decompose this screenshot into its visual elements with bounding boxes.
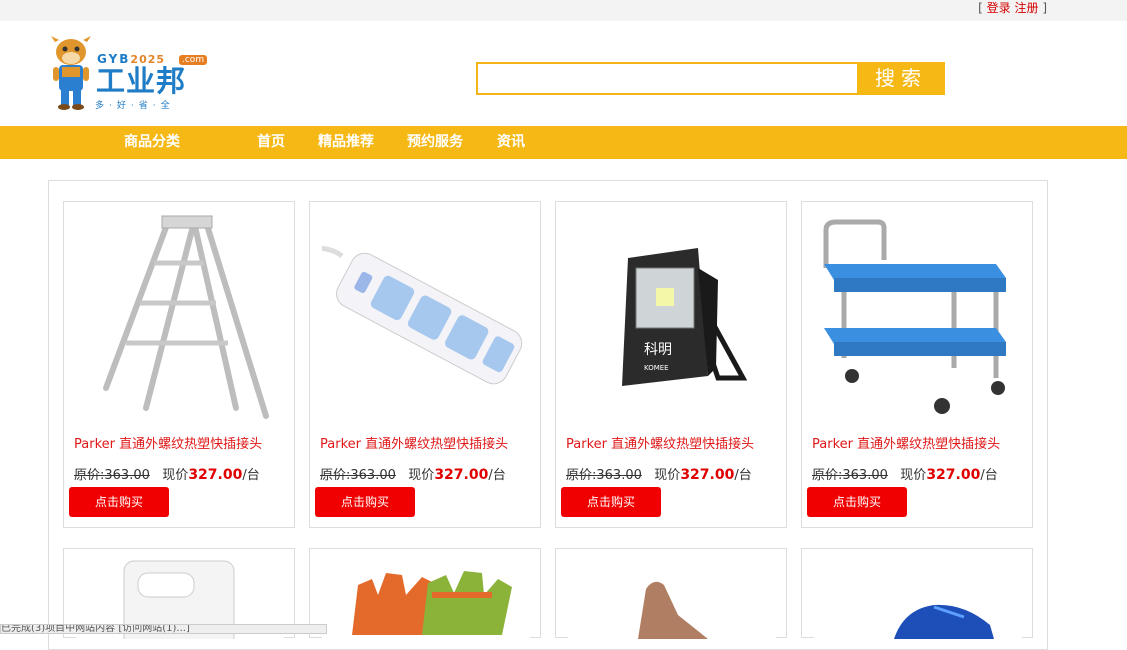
product-price: 原价:363.00 现价327.00/台 (320, 464, 506, 483)
old-price: 原价:363.00 (74, 468, 150, 483)
site-logo[interactable]: GYB2025 .com 工业邦 多·好·省·全 (48, 34, 218, 114)
hand-cart-icon (814, 208, 1022, 423)
buy-button[interactable]: 点击购买 (561, 487, 661, 517)
now-label: 现价 (408, 468, 435, 483)
step-ladder-icon (76, 208, 284, 423)
browser-status-bar: 已完成(3)项目中网站内容 [访问网站(1)...] (0, 624, 327, 634)
power-strip-icon (322, 208, 530, 423)
product-title[interactable]: Parker 直通外螺纹热塑快插接头 (74, 433, 262, 452)
product-title[interactable]: Parker 直通外螺纹热塑快插接头 (566, 433, 754, 452)
now-price: 327.00 (434, 467, 489, 483)
product-price: 原价:363.00 现价327.00/台 (566, 464, 752, 483)
nav-booking[interactable]: 预约服务 (407, 126, 463, 159)
login-link[interactable]: 登录 (987, 1, 1011, 15)
work-gloves-icon (322, 555, 530, 639)
product-title[interactable]: Parker 直通外螺纹热塑快插接头 (812, 433, 1000, 452)
nav-category[interactable]: 商品分类 (124, 126, 180, 159)
product-card[interactable]: Parker 直通外螺纹热塑快插接头 原价:363.00 现价327.00/台 … (63, 201, 295, 528)
now-price: 327.00 (926, 467, 981, 483)
product-price: 原价:363.00 现价327.00/台 (812, 464, 998, 483)
product-card[interactable] (555, 548, 787, 639)
now-label: 现价 (900, 468, 927, 483)
search-input[interactable] (478, 64, 858, 93)
search-button[interactable]: 搜索 (857, 62, 945, 95)
cow-mascot-icon (51, 36, 91, 110)
now-price: 327.00 (680, 467, 735, 483)
safety-boot-icon (568, 555, 776, 639)
buy-button[interactable]: 点击购买 (315, 487, 415, 517)
price-unit: /台 (734, 468, 752, 483)
now-label: 现价 (162, 468, 189, 483)
product-card[interactable]: Parker 直通外螺纹热塑快插接头 原价:363.00 现价327.00/台 … (801, 201, 1033, 528)
search-box (476, 62, 860, 95)
sneaker-icon (814, 555, 1022, 639)
logo-name: 工业邦 (96, 64, 187, 98)
now-label: 现价 (654, 468, 681, 483)
price-unit: /台 (242, 468, 260, 483)
buy-button[interactable]: 点击购买 (69, 487, 169, 517)
nav-news[interactable]: 资讯 (497, 126, 525, 159)
logo-tagline: 多·好·省·全 (95, 101, 175, 111)
nav-recommended[interactable]: 精品推荐 (318, 126, 374, 159)
register-link[interactable]: 注册 (1014, 1, 1038, 15)
now-price: 327.00 (188, 467, 243, 483)
nav-home[interactable]: 首页 (257, 126, 285, 159)
product-card[interactable]: 科明 KOMEE Parker 直通外螺纹热塑快插接头 原价:363.00 现价… (555, 201, 787, 528)
main-nav: 商品分类 首页 精品推荐 预约服务 资讯 (0, 126, 1127, 159)
auth-links: [ 登录 注册 ] (978, 0, 1047, 16)
bracket-close: ] (1038, 1, 1047, 15)
product-card[interactable]: Parker 直通外螺纹热塑快插接头 原价:363.00 现价327.00/台 … (309, 201, 541, 528)
flood-light-brand: 科明 (644, 342, 672, 358)
product-card[interactable] (309, 548, 541, 639)
bracket-open: [ (978, 1, 987, 15)
buy-button[interactable]: 点击购买 (807, 487, 907, 517)
product-title[interactable]: Parker 直通外螺纹热塑快插接头 (320, 433, 508, 452)
old-price: 原价:363.00 (812, 468, 888, 483)
old-price: 原价:363.00 (320, 468, 396, 483)
flood-light-icon: 科明 KOMEE (568, 208, 776, 423)
price-unit: /台 (488, 468, 506, 483)
product-card[interactable] (801, 548, 1033, 639)
price-unit: /台 (980, 468, 998, 483)
flood-light-brand-en: KOMEE (644, 364, 669, 372)
product-price: 原价:363.00 现价327.00/台 (74, 464, 260, 483)
old-price: 原价:363.00 (566, 468, 642, 483)
top-bar: [ 登录 注册 ] (0, 0, 1127, 21)
